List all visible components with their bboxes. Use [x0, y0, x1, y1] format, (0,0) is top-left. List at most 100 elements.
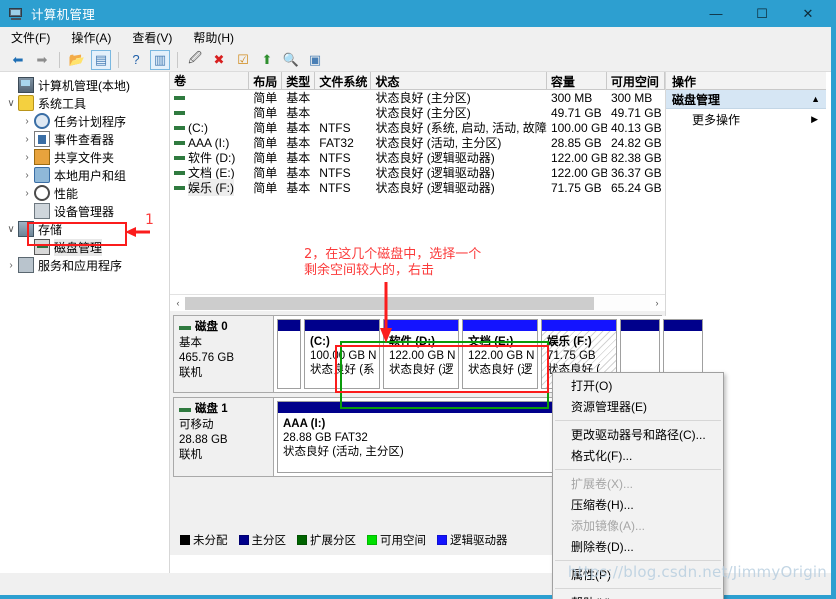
disk-partition[interactable]: [277, 319, 301, 389]
tree-expander-icon[interactable]: ›: [4, 260, 18, 271]
scroll-track[interactable]: [185, 295, 650, 311]
show-hide-tree-icon[interactable]: ▤: [91, 49, 111, 70]
volume-row[interactable]: AAA (I:) 简单 基本 FAT32 状态良好 (活动, 主分区) 28.85 GB 2…: [170, 135, 665, 150]
scroll-left-arrow[interactable]: ‹: [171, 296, 185, 311]
volume-capacity: 49.71 GB: [550, 105, 602, 120]
context-menu-item-1[interactable]: 资源管理器(E): [553, 396, 723, 417]
tree-expander-icon[interactable]: ›: [20, 188, 34, 199]
volume-column-header-4[interactable]: 状态: [371, 72, 547, 89]
context-menu-item-5[interactable]: 压缩卷(H)...: [553, 494, 723, 515]
partition-color-bar: [305, 320, 379, 331]
scroll-thumb[interactable]: [185, 296, 595, 310]
volume-column-header-1[interactable]: 布局: [249, 72, 283, 89]
sidebar-item-5[interactable]: › 本地用户和组: [0, 166, 169, 184]
back-icon[interactable]: ⬅: [8, 50, 28, 70]
context-menu-item-8[interactable]: 属性(P): [553, 564, 723, 585]
partition-status: 状态良好 (逻: [468, 364, 533, 376]
tree-expander-icon[interactable]: ∨: [4, 224, 18, 235]
volume-row[interactable]: 软件 (D:) 简单 基本 NTFS 状态良好 (逻辑驱动器) 122.00 GB 82.3…: [170, 150, 665, 165]
close-button[interactable]: ✕: [785, 0, 831, 27]
sidebar-item-8[interactable]: ∨ 存储: [0, 220, 169, 238]
menu-item-3[interactable]: 帮助(H): [191, 28, 236, 47]
sidebar-item-6[interactable]: › 性能: [0, 184, 169, 202]
volume-filesystem: NTFS: [319, 165, 351, 180]
volume-column-header-2[interactable]: 类型: [282, 72, 316, 89]
partition-color-bar: [542, 320, 616, 331]
context-menu-item-9[interactable]: 帮助(H): [553, 592, 723, 599]
tree-expander-icon[interactable]: ›: [20, 152, 34, 163]
sidebar-item-9[interactable]: 磁盘管理: [0, 238, 169, 256]
maximize-button[interactable]: ☐: [739, 0, 785, 27]
delete-icon[interactable]: ✖: [209, 50, 229, 70]
minimize-button[interactable]: —: [693, 0, 739, 27]
volume-context-menu[interactable]: 打开(O) 资源管理器(E) 更改驱动器号和路径(C)... 格式化(F)... 扩展卷…: [552, 372, 724, 599]
volume-row[interactable]: 简单 基本 状态良好 (主分区) 49.71 GB 49.71 GB: [170, 105, 665, 120]
rescan-icon[interactable]: 🖉: [185, 50, 205, 70]
sidebar-item-3[interactable]: › 事件查看器: [0, 130, 169, 148]
actions-section-disk-management[interactable]: 磁盘管理 ▲: [666, 90, 826, 109]
volume-row[interactable]: (C:)简单基本NTFS状态良好 (系统, 启动, 活动, 故障转储, 主分区)…: [170, 120, 665, 135]
volume-column-header-5[interactable]: 容量: [547, 72, 607, 89]
show-action-pane-icon[interactable]: ▥: [150, 49, 170, 70]
sidebar-item-0[interactable]: 计算机管理(本地): [0, 76, 169, 94]
tree-expander-icon[interactable]: ›: [20, 116, 34, 127]
context-menu-item-0[interactable]: 打开(O): [553, 375, 723, 396]
volume-row[interactable]: 简单 基本 状态良好 (主分区) 300 MB 300 MB: [170, 90, 665, 105]
partition-color-bar: [664, 320, 702, 331]
forward-icon[interactable]: ➡: [32, 50, 52, 70]
computer-management-window: 计算机管理 — ☐ ✕ 文件(F) 操作(A) 查看(V) 帮助(H) ⬅ ➡ 📂 ▤? ▥ 🖉…: [0, 0, 836, 599]
volume-free: 82.38 GB: [610, 150, 662, 165]
help-icon[interactable]: ?: [126, 50, 146, 70]
context-menu-item-7[interactable]: 删除卷(D)...: [553, 536, 723, 557]
up-folder-icon[interactable]: 📂: [67, 50, 87, 70]
sidebar-item-label: 存储: [38, 222, 63, 237]
volume-column-header-0[interactable]: 卷: [170, 72, 250, 89]
sidebar-item-4[interactable]: › 共享文件夹: [0, 148, 169, 166]
check-icon[interactable]: ☑: [233, 50, 253, 70]
legend-swatch: [297, 535, 307, 545]
partition-label: 娱乐 (F:): [547, 336, 592, 348]
window-title: 计算机管理: [31, 8, 96, 22]
volume-column-header-3[interactable]: 文件系统: [315, 72, 372, 89]
actions-pane-header: 操作: [666, 72, 826, 90]
disk-partition[interactable]: 文档 (E:) 122.00 GB N 状态良好 (逻: [462, 319, 538, 389]
scroll-right-arrow[interactable]: ›: [650, 296, 664, 311]
volume-column-header-6[interactable]: 可用空间: [607, 72, 665, 89]
actions-item-more-actions[interactable]: 更多操作 ▶: [666, 109, 826, 129]
partition-color-bar: [384, 320, 458, 331]
partition-status: 状态良好 (系: [310, 364, 375, 376]
sidebar-item-2[interactable]: › 任务计划程序: [0, 112, 169, 130]
title-bar: 计算机管理 — ☐ ✕: [0, 0, 831, 27]
context-menu-item-2[interactable]: 更改驱动器号和路径(C)...: [553, 424, 723, 445]
volume-row[interactable]: 文档 (E:) 简单 基本 NTFS 状态良好 (逻辑驱动器) 122.00 GB 36.3…: [170, 165, 665, 180]
volume-row[interactable]: 娱乐 (F:) 简单 基本 NTFS 状态良好 (逻辑驱动器) 71.75 GB 65.24…: [170, 179, 665, 196]
chevron-up-icon[interactable]: ▲: [811, 94, 820, 104]
context-menu-item-3[interactable]: 格式化(F)...: [553, 445, 723, 466]
context-menu-separator: [555, 420, 721, 421]
disk-partition[interactable]: 软件 (D:) 122.00 GB N 状态良好 (逻: [383, 319, 459, 389]
sidebar-item-1[interactable]: ∨ 系统工具: [0, 94, 169, 112]
partition-body: 软件 (D:) 122.00 GB N 状态良好 (逻: [384, 331, 458, 388]
disk-info[interactable]: 磁盘 0 基本 465.76 GB 联机: [174, 316, 274, 392]
tree-expander-icon[interactable]: ∨: [4, 98, 18, 109]
search-icon[interactable]: 🔍: [281, 50, 301, 70]
menu-item-1[interactable]: 操作(A): [69, 28, 113, 47]
volume-color-swatch: [174, 185, 185, 190]
services-apps-icon: [18, 257, 34, 273]
partition-size: 71.75 GB: [547, 350, 596, 362]
sidebar-item-label: 磁盘管理: [54, 238, 103, 256]
partition-body: [278, 331, 300, 388]
disk-info[interactable]: 磁盘 1 可移动 28.88 GB 联机: [174, 398, 274, 476]
sidebar-item-7[interactable]: 设备管理器: [0, 202, 169, 220]
upload-icon[interactable]: ⬆: [257, 50, 277, 70]
tree-expander-icon[interactable]: ›: [20, 170, 34, 181]
menu-item-2[interactable]: 查看(V): [130, 28, 174, 47]
properties-icon[interactable]: ▣: [305, 50, 325, 70]
partition-label: (C:): [310, 336, 330, 348]
menu-item-0[interactable]: 文件(F): [9, 28, 52, 47]
sidebar-item-10[interactable]: › 服务和应用程序: [0, 256, 169, 274]
disk-partition[interactable]: (C:) 100.00 GB N 状态良好 (系: [304, 319, 380, 389]
horizontal-scrollbar[interactable]: ‹ ›: [170, 294, 665, 311]
tree-expander-icon[interactable]: ›: [20, 134, 34, 145]
system-tools-icon: [18, 95, 34, 111]
